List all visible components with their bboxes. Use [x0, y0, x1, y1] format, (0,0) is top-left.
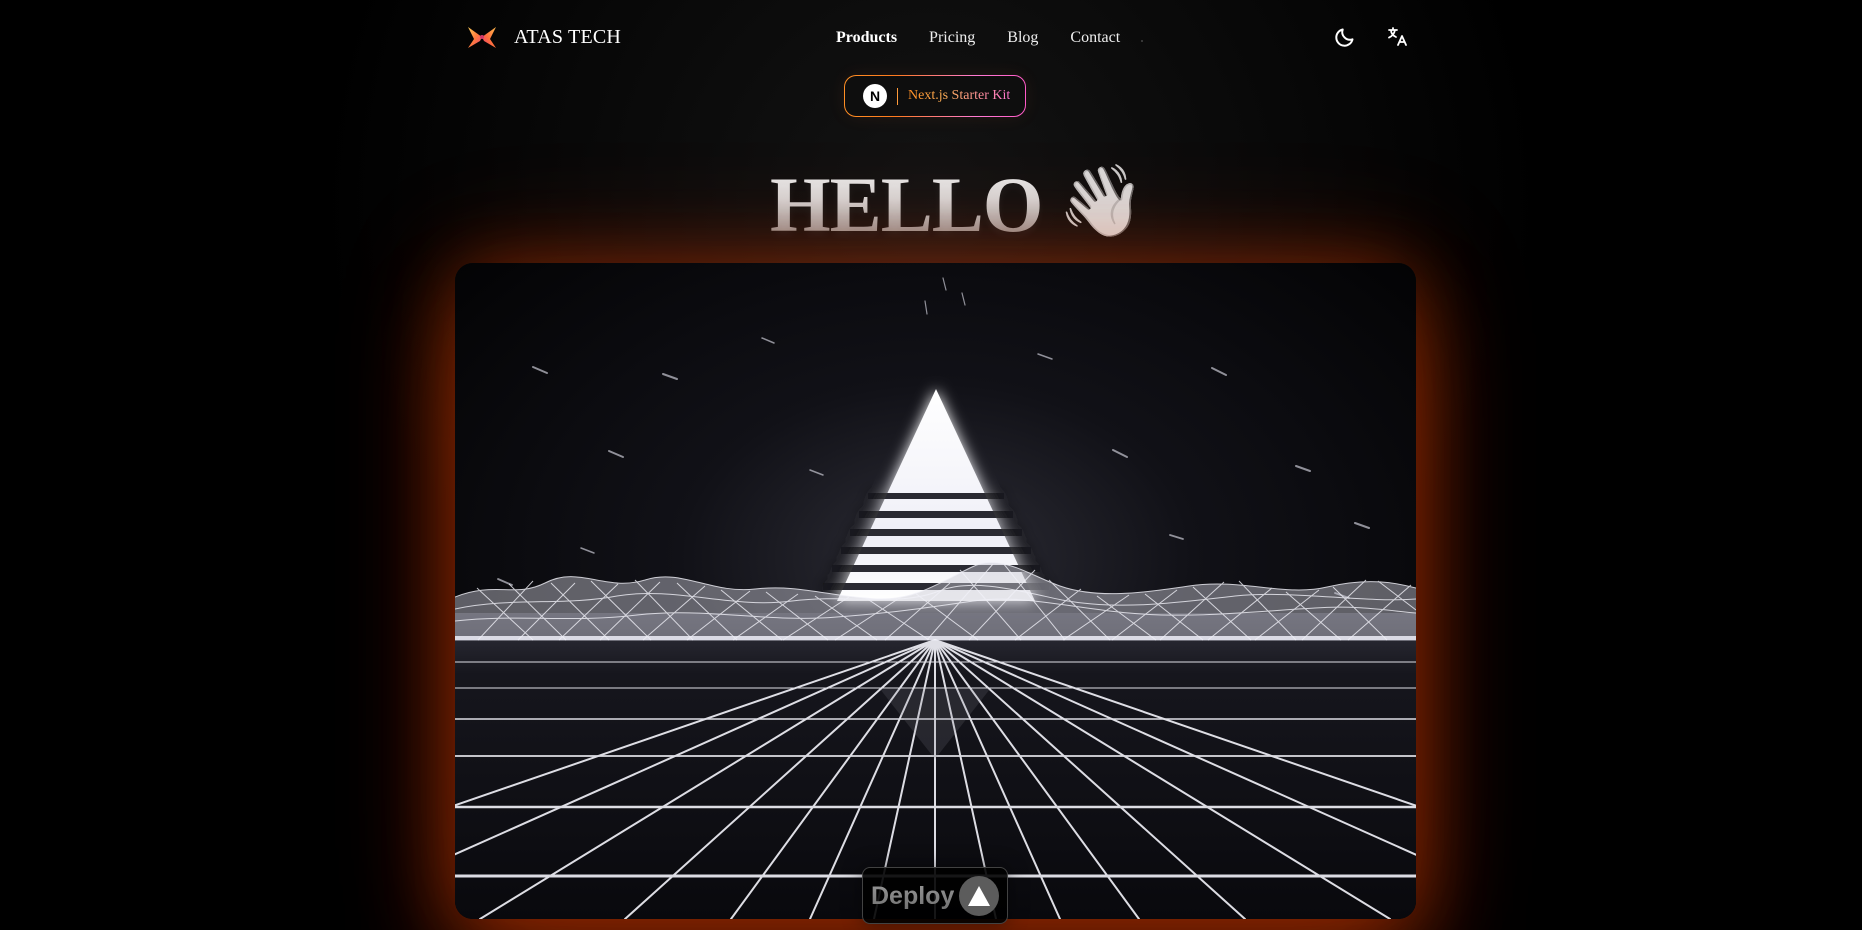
brand-name: ATAS TECH [514, 26, 622, 48]
nav-pricing[interactable]: Pricing [929, 26, 975, 50]
announcement-text: Next.js Starter Kit [908, 86, 1010, 106]
announcement-pill[interactable]: N Next.js Starter Kit [844, 75, 1026, 117]
deploy-button[interactable]: Deploy [862, 867, 1008, 924]
nav-products[interactable]: Products [836, 26, 897, 50]
top-navigation: ATAS TECH Products Pricing Blog Contact [0, 0, 1862, 76]
hero-title: HELLO [770, 161, 1043, 248]
translate-icon [1385, 25, 1409, 52]
synthwave-hero-image [455, 263, 1416, 919]
main-nav: Products Pricing Blog Contact [836, 26, 1120, 50]
nextjs-icon: N [863, 84, 887, 108]
moon-icon [1333, 25, 1357, 52]
nav-contact[interactable]: Contact [1070, 26, 1120, 50]
announcement-separator [897, 87, 898, 105]
landing-page: ATAS TECH Products Pricing Blog Contact [0, 0, 1862, 930]
wave-hand-icon: 👋 [1058, 160, 1146, 242]
triangle-icon [959, 875, 999, 916]
theme-toggle-button[interactable] [1330, 23, 1360, 53]
hero-card [455, 263, 1416, 919]
hero-heading: HELLO 👋 [770, 155, 1146, 255]
deploy-label: Deploy [871, 881, 955, 910]
nav-divider-dot [1141, 40, 1143, 42]
butterfly-logo-icon [466, 23, 498, 51]
brand[interactable]: ATAS TECH [466, 23, 621, 51]
language-button[interactable] [1382, 23, 1412, 53]
nav-blog[interactable]: Blog [1007, 26, 1038, 50]
